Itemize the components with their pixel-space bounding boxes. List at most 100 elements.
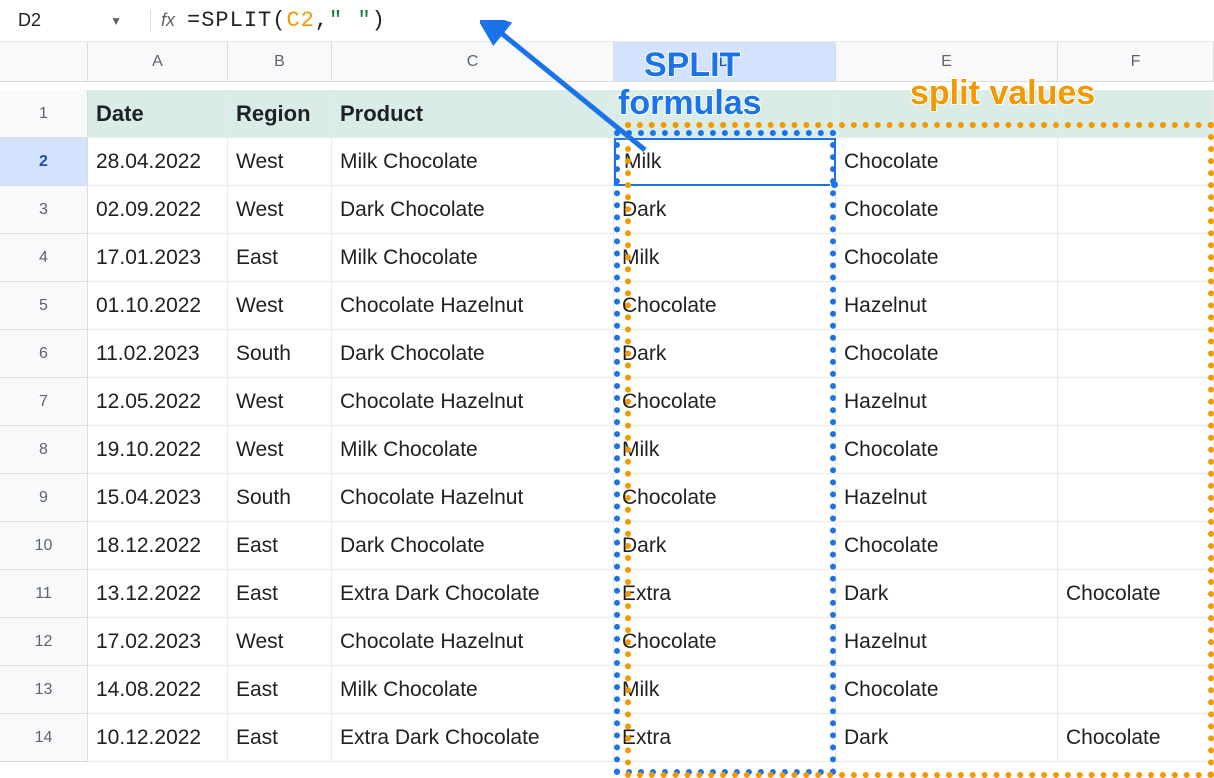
cell-C10[interactable]: Dark Chocolate xyxy=(332,522,614,570)
cell-A11[interactable]: 13.12.2022 xyxy=(88,570,228,618)
cell-A3[interactable]: 02.09.2022 xyxy=(88,186,228,234)
row-header-5[interactable]: 5 xyxy=(0,282,88,330)
header-cell-F[interactable] xyxy=(1058,90,1214,138)
column-header-E[interactable]: E xyxy=(836,42,1058,82)
cell-A13[interactable]: 14.08.2022 xyxy=(88,666,228,714)
cell-A10[interactable]: 18.12.2022 xyxy=(88,522,228,570)
cell-D10[interactable]: Dark xyxy=(614,522,836,570)
cell-E7[interactable]: Hazelnut xyxy=(836,378,1058,426)
cell-E10[interactable]: Chocolate xyxy=(836,522,1058,570)
corner-cell[interactable] xyxy=(0,42,88,82)
header-cell-D[interactable] xyxy=(614,90,836,138)
cell-E9[interactable]: Hazelnut xyxy=(836,474,1058,522)
row-header-2[interactable]: 2 xyxy=(0,138,88,186)
cell-C3[interactable]: Dark Chocolate xyxy=(332,186,614,234)
cell-F11[interactable]: Chocolate xyxy=(1058,570,1214,618)
cell-E12[interactable]: Hazelnut xyxy=(836,618,1058,666)
cell-D3[interactable]: Dark xyxy=(614,186,836,234)
cell-B5[interactable]: West xyxy=(228,282,332,330)
cell-E14[interactable]: Dark xyxy=(836,714,1058,762)
cell-D4[interactable]: Milk xyxy=(614,234,836,282)
cell-D12[interactable]: Chocolate xyxy=(614,618,836,666)
cell-B10[interactable]: East xyxy=(228,522,332,570)
column-header-F[interactable]: F xyxy=(1058,42,1214,82)
cell-C2[interactable]: Milk Chocolate xyxy=(332,138,614,186)
spreadsheet-grid[interactable]: ABCDEF1DateRegionProduct228.04.2022WestM… xyxy=(0,42,1214,762)
cell-A8[interactable]: 19.10.2022 xyxy=(88,426,228,474)
cell-F8[interactable] xyxy=(1058,426,1214,474)
row-header-1[interactable]: 1 xyxy=(0,90,88,138)
cell-C12[interactable]: Chocolate Hazelnut xyxy=(332,618,614,666)
row-header-14[interactable]: 14 xyxy=(0,714,88,762)
cell-A5[interactable]: 01.10.2022 xyxy=(88,282,228,330)
cell-B8[interactable]: West xyxy=(228,426,332,474)
cell-F14[interactable]: Chocolate xyxy=(1058,714,1214,762)
column-header-D[interactable]: D xyxy=(614,42,836,82)
column-header-C[interactable]: C xyxy=(332,42,614,82)
cell-C13[interactable]: Milk Chocolate xyxy=(332,666,614,714)
row-header-13[interactable]: 13 xyxy=(0,666,88,714)
cell-B12[interactable]: West xyxy=(228,618,332,666)
cell-D8[interactable]: Milk xyxy=(614,426,836,474)
cell-B7[interactable]: West xyxy=(228,378,332,426)
cell-C14[interactable]: Extra Dark Chocolate xyxy=(332,714,614,762)
cell-E4[interactable]: Chocolate xyxy=(836,234,1058,282)
row-header-10[interactable]: 10 xyxy=(0,522,88,570)
column-header-B[interactable]: B xyxy=(228,42,332,82)
row-header-11[interactable]: 11 xyxy=(0,570,88,618)
cell-A2[interactable]: 28.04.2022 xyxy=(88,138,228,186)
cell-E2[interactable]: Chocolate xyxy=(836,138,1058,186)
cell-B6[interactable]: South xyxy=(228,330,332,378)
header-cell-E[interactable] xyxy=(836,90,1058,138)
cell-B9[interactable]: South xyxy=(228,474,332,522)
header-cell-A[interactable]: Date xyxy=(88,90,228,138)
cell-A9[interactable]: 15.04.2023 xyxy=(88,474,228,522)
cell-D6[interactable]: Dark xyxy=(614,330,836,378)
row-header-4[interactable]: 4 xyxy=(0,234,88,282)
cell-F7[interactable] xyxy=(1058,378,1214,426)
cell-C4[interactable]: Milk Chocolate xyxy=(332,234,614,282)
selection-handle[interactable] xyxy=(830,180,839,189)
cell-C8[interactable]: Milk Chocolate xyxy=(332,426,614,474)
cell-E6[interactable]: Chocolate xyxy=(836,330,1058,378)
cell-A14[interactable]: 10.12.2022 xyxy=(88,714,228,762)
cell-F3[interactable] xyxy=(1058,186,1214,234)
row-header-8[interactable]: 8 xyxy=(0,426,88,474)
cell-F4[interactable] xyxy=(1058,234,1214,282)
cell-B2[interactable]: West xyxy=(228,138,332,186)
cell-E11[interactable]: Dark xyxy=(836,570,1058,618)
cell-F2[interactable] xyxy=(1058,138,1214,186)
cell-D7[interactable]: Chocolate xyxy=(614,378,836,426)
cell-B4[interactable]: East xyxy=(228,234,332,282)
cell-B11[interactable]: East xyxy=(228,570,332,618)
cell-F5[interactable] xyxy=(1058,282,1214,330)
name-box[interactable]: D2 ▼ xyxy=(10,6,140,35)
row-header-7[interactable]: 7 xyxy=(0,378,88,426)
cell-F6[interactable] xyxy=(1058,330,1214,378)
name-box-dropdown-icon[interactable]: ▼ xyxy=(110,14,132,28)
header-cell-B[interactable]: Region xyxy=(228,90,332,138)
cell-E13[interactable]: Chocolate xyxy=(836,666,1058,714)
cell-E8[interactable]: Chocolate xyxy=(836,426,1058,474)
cell-A4[interactable]: 17.01.2023 xyxy=(88,234,228,282)
cell-C6[interactable]: Dark Chocolate xyxy=(332,330,614,378)
cell-E5[interactable]: Hazelnut xyxy=(836,282,1058,330)
cell-F9[interactable] xyxy=(1058,474,1214,522)
cell-F13[interactable] xyxy=(1058,666,1214,714)
cell-F10[interactable] xyxy=(1058,522,1214,570)
cell-C5[interactable]: Chocolate Hazelnut xyxy=(332,282,614,330)
row-header-9[interactable]: 9 xyxy=(0,474,88,522)
cell-B14[interactable]: East xyxy=(228,714,332,762)
cell-D14[interactable]: Extra xyxy=(614,714,836,762)
row-header-3[interactable]: 3 xyxy=(0,186,88,234)
cell-B13[interactable]: East xyxy=(228,666,332,714)
column-header-A[interactable]: A xyxy=(88,42,228,82)
cell-A6[interactable]: 11.02.2023 xyxy=(88,330,228,378)
cell-A7[interactable]: 12.05.2022 xyxy=(88,378,228,426)
header-cell-C[interactable]: Product xyxy=(332,90,614,138)
cell-E3[interactable]: Chocolate xyxy=(836,186,1058,234)
cell-F12[interactable] xyxy=(1058,618,1214,666)
row-header-12[interactable]: 12 xyxy=(0,618,88,666)
cell-D13[interactable]: Milk xyxy=(614,666,836,714)
cell-C9[interactable]: Chocolate Hazelnut xyxy=(332,474,614,522)
